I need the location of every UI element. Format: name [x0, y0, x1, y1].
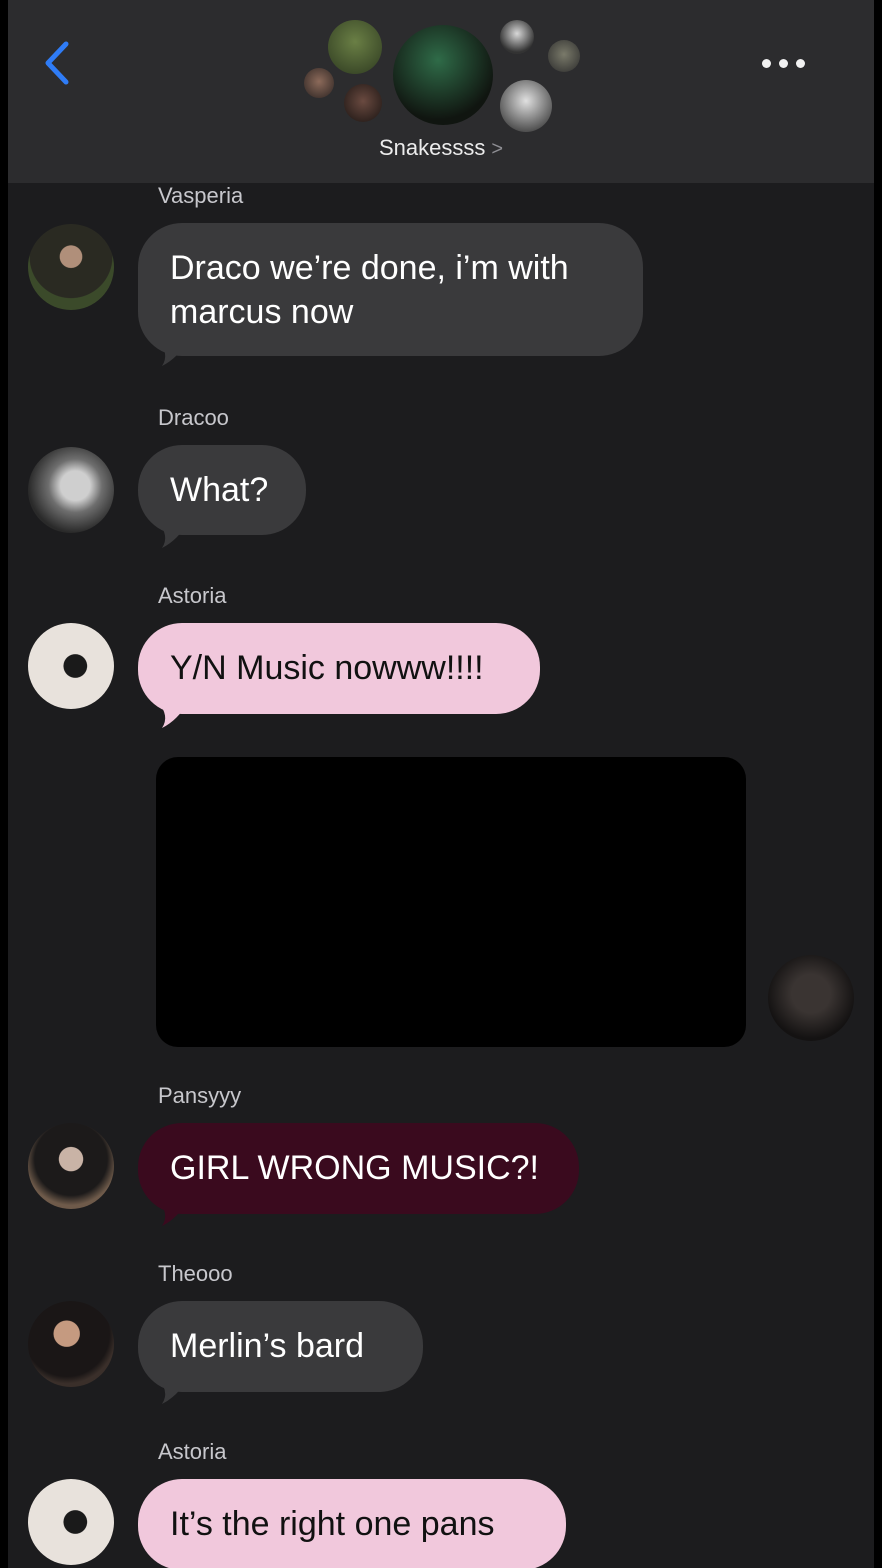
sender-name: Dracoo: [158, 405, 229, 430]
conversation-header: Snakessss >: [8, 0, 874, 183]
chevron-left-icon: [45, 41, 69, 85]
group-member-avatar: [500, 20, 534, 54]
group-member-avatar: [393, 25, 493, 125]
group-member-avatar: [500, 80, 552, 132]
group-member-avatar: [304, 68, 334, 98]
sender-name: Theooo: [158, 1261, 233, 1286]
message-bubble[interactable]: Draco we’re done, i’m with marcus now: [138, 223, 643, 356]
sender-name: Vasperia: [158, 183, 244, 208]
group-member-avatar: [328, 20, 382, 74]
bubble-tail: [158, 340, 188, 366]
message-text: It’s the right one pans: [170, 1505, 495, 1543]
group-member-avatar: [548, 40, 580, 72]
message-bubble[interactable]: GIRL WRONG MUSIC?!: [138, 1123, 579, 1214]
bubble-tail: [158, 522, 188, 548]
media-attachment[interactable]: [156, 757, 746, 1047]
message-text: Draco we’re done, i’m with marcus now: [170, 249, 569, 331]
sender-name: Astoria: [158, 583, 227, 608]
chevron-right-icon: >: [491, 138, 504, 160]
more-options-button[interactable]: [756, 48, 812, 78]
bubble-tail: [158, 702, 188, 728]
avatar-pansyyy[interactable]: [28, 1123, 114, 1209]
sender-name: Pansyyy: [158, 1083, 242, 1108]
message-text: GIRL WRONG MUSIC?!: [170, 1149, 539, 1187]
avatar-astoria[interactable]: [28, 1479, 114, 1565]
bubble-tail: [158, 1200, 188, 1226]
chat-screen: Snakessss > Vasperia Draco we’re done, i’…: [8, 0, 874, 1568]
group-name[interactable]: Snakessss >: [8, 135, 874, 161]
ellipsis-icon: [796, 59, 805, 68]
message-bubble[interactable]: It’s the right one pans: [138, 1479, 566, 1568]
avatar-self[interactable]: [768, 955, 854, 1041]
ellipsis-icon: [779, 59, 788, 68]
avatar-dracoo[interactable]: [28, 447, 114, 533]
message-text: Y/N Music nowww!!!!: [170, 649, 484, 687]
message-text: Merlin’s bard: [170, 1327, 365, 1365]
message-bubble[interactable]: Y/N Music nowww!!!!: [138, 623, 540, 714]
back-button[interactable]: [38, 38, 78, 88]
bubble-tail: [158, 1378, 188, 1404]
sender-name: Astoria: [158, 1439, 227, 1464]
avatar-vasperia[interactable]: [28, 224, 114, 310]
message-text: What?: [170, 471, 269, 509]
ellipsis-icon: [762, 59, 771, 68]
avatar-astoria[interactable]: [28, 623, 114, 709]
avatar-theooo[interactable]: [28, 1301, 114, 1387]
group-name-label: Snakessss: [378, 135, 486, 160]
group-member-avatar: [344, 84, 382, 122]
